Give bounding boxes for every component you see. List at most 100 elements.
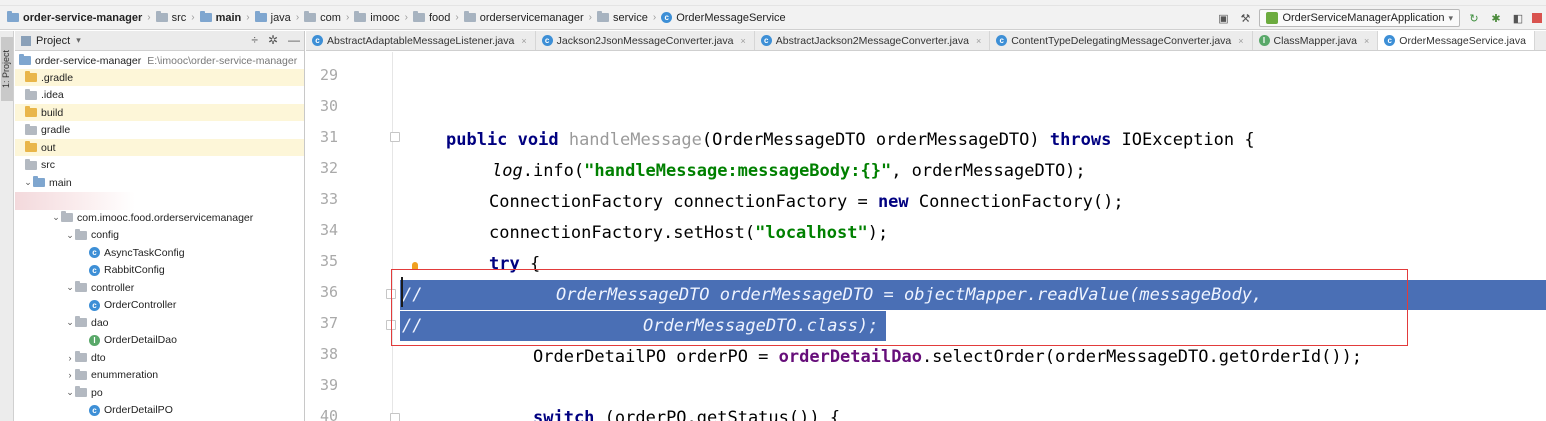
tree-item[interactable]: c OrderController <box>15 297 304 314</box>
project-view-select[interactable]: Project <box>36 35 70 47</box>
tree-item[interactable]: c OrderDetailPO <box>15 402 304 419</box>
chevron-down-icon[interactable]: ⌄ <box>65 230 75 241</box>
class-icon: c <box>89 404 100 416</box>
tree-item-label: OrderDetailDao <box>104 334 177 346</box>
fold-marker-40[interactable] <box>390 413 400 421</box>
run-configuration-select[interactable]: OrderServiceManagerApplication ▾ <box>1259 9 1460 27</box>
breadcrumb-service[interactable]: service <box>594 11 651 24</box>
chevron-down-icon[interactable]: ⌄ <box>65 387 75 398</box>
chevron-right-icon[interactable]: › <box>65 353 75 363</box>
line-number: 30 <box>320 97 339 115</box>
fold-marker-31[interactable] <box>390 132 400 142</box>
line-number: 33 <box>320 190 339 208</box>
editor-tab[interactable]: I ClassMapper.java × <box>1252 31 1379 50</box>
breadcrumb-imooc[interactable]: imooc <box>351 11 402 24</box>
code-line-34[interactable]: connectionFactory.setHost("localhost"); <box>489 218 1546 248</box>
editor-tabs: c AbstractAdaptableMessageListener.java × c… <box>306 31 1546 51</box>
breadcrumb-class[interactable]: c OrderMessageService <box>658 12 788 24</box>
tree-item-label: src <box>41 159 55 171</box>
chevron-down-icon[interactable]: ⌄ <box>51 212 61 223</box>
folder-icon <box>199 11 212 22</box>
editor-tab[interactable]: c Jackson2JsonMessageConverter.java × <box>535 31 755 50</box>
tree-item-label: .gradle <box>41 71 74 84</box>
breadcrumb-orderservicemanager[interactable]: orderservicemanager <box>461 11 587 24</box>
gear-icon[interactable]: ✲ <box>268 33 278 47</box>
rerun-icon[interactable]: ↻ <box>1466 10 1482 26</box>
tree-item[interactable]: ⌄ dao <box>15 314 304 331</box>
stop-icon[interactable] <box>1532 13 1542 23</box>
collapse-all-icon[interactable]: ÷ <box>251 33 258 47</box>
project-tool-button[interactable]: 1: Project <box>1 37 13 101</box>
coverage-icon[interactable]: ◧ <box>1510 10 1526 26</box>
code-line-38[interactable]: OrderDetailPO orderPO = orderDetailDao.s… <box>533 342 1546 372</box>
editor-tab-label: OrderMessageService.java <box>1399 34 1526 47</box>
tree-item-label: dto <box>91 351 106 364</box>
tree-item[interactable]: I OrderDetailDao <box>15 332 304 349</box>
breadcrumb-com[interactable]: com <box>301 11 344 24</box>
breadcrumb-separator: › <box>295 12 300 23</box>
chevron-down-icon[interactable]: ⌄ <box>23 177 33 188</box>
tree-item[interactable]: gradle <box>15 122 304 139</box>
line-number: 31 <box>320 128 339 146</box>
interface-icon: I <box>89 334 100 346</box>
debug-icon[interactable]: ✱ <box>1488 10 1504 26</box>
module-icon <box>7 11 19 22</box>
tree-item[interactable]: ⌄ main <box>15 174 304 191</box>
hide-icon[interactable]: — <box>288 33 300 47</box>
code-line-40[interactable]: switch (orderPO.getStatus()) { <box>533 403 1546 421</box>
tree-item[interactable]: › dto <box>15 349 304 366</box>
breadcrumb-module[interactable]: order-service-manager <box>4 11 145 24</box>
editor-tab[interactable]: c OrderMessageService.java <box>1378 31 1535 50</box>
tree-item[interactable]: › enummeration <box>15 367 304 384</box>
tree-item[interactable]: ⌄ po <box>15 384 304 401</box>
chevron-down-icon[interactable]: ⌄ <box>65 317 75 328</box>
close-icon[interactable]: × <box>741 36 746 46</box>
package-icon <box>354 11 367 22</box>
class-icon: c <box>541 35 553 46</box>
class-icon: c <box>312 35 323 46</box>
tree-item[interactable]: c AsyncTaskConfig <box>15 244 304 261</box>
chevron-down-icon[interactable]: ▾ <box>76 35 81 46</box>
folder-icon <box>61 211 73 222</box>
code-line-31[interactable]: public void handleMessage(OrderMessageDT… <box>446 125 1546 155</box>
close-icon[interactable]: × <box>1238 36 1243 46</box>
close-icon[interactable]: × <box>976 36 981 46</box>
project-view-icon <box>21 35 31 46</box>
tree-root[interactable]: order-service-manager E:\imooc\order-ser… <box>15 52 304 69</box>
breadcrumb-src[interactable]: src <box>153 11 190 24</box>
line-number: 40 <box>320 407 339 421</box>
editor-tab[interactable]: c AbstractAdaptableMessageListener.java × <box>306 31 536 50</box>
tree-item[interactable]: ⌄ controller <box>15 279 304 296</box>
editor-tab[interactable]: c ContentTypeDelegatingMessageConverter.j… <box>990 31 1253 50</box>
project-panel-header: Project ▾ ÷ ✲ — <box>15 31 304 51</box>
breadcrumb-main[interactable]: main <box>197 11 245 24</box>
package-icon <box>304 11 317 22</box>
editor-tab[interactable]: c AbstractJackson2MessageConverter.java × <box>754 31 991 50</box>
breadcrumb-food[interactable]: food <box>410 11 453 24</box>
chevron-down-icon[interactable]: ⌄ <box>65 282 75 293</box>
layout-icon[interactable]: ▣ <box>1215 10 1231 26</box>
code-line-32[interactable]: log.info("handleMessage:messageBody:{}",… <box>492 156 1546 186</box>
tree-item-label: AsyncTaskConfig <box>104 246 185 259</box>
folder-icon <box>75 228 87 240</box>
breadcrumb-separator: › <box>345 12 350 23</box>
tree-item[interactable]: .idea <box>15 87 304 104</box>
hammer-icon[interactable]: ⚒ <box>1237 10 1253 26</box>
tree-item[interactable]: .gradle <box>15 69 304 86</box>
code-editor[interactable]: 29 30 31 32 33 34 35 36 37 38 39 40 public void han… <box>306 52 1546 421</box>
tree-item[interactable]: c RabbitConfig <box>15 262 304 279</box>
tree-item[interactable]: ⌄ config <box>15 227 304 244</box>
close-icon[interactable]: × <box>1364 36 1369 46</box>
tree-item-label: po <box>91 386 103 399</box>
tree-item[interactable]: src <box>15 157 304 174</box>
chevron-right-icon[interactable]: › <box>65 370 75 380</box>
tree-item[interactable]: build <box>15 104 304 121</box>
close-icon[interactable]: × <box>521 36 526 46</box>
breadcrumb-java[interactable]: java <box>252 11 294 24</box>
tree-item[interactable]: out <box>15 139 304 156</box>
tree-item-label: config <box>91 229 120 241</box>
code-line-33[interactable]: ConnectionFactory connectionFactory = ne… <box>489 187 1546 217</box>
breadcrumb-separator: › <box>191 12 195 23</box>
breadcrumb-separator: › <box>246 12 250 23</box>
tree-item[interactable]: ⌄ com.imooc.food.orderservicemanager <box>15 209 304 226</box>
